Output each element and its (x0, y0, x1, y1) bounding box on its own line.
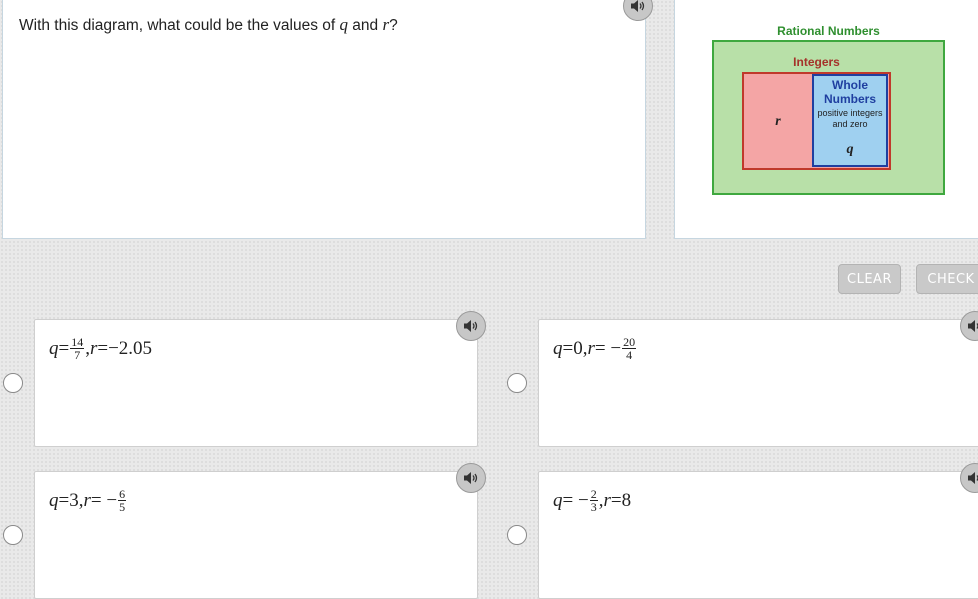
whole-sub-line1: positive integers (817, 108, 883, 118)
option-d-card[interactable]: q = −2 3, r = 8 (538, 471, 978, 599)
whole-label-line1: Whole (832, 78, 868, 92)
option-c-r: r (83, 489, 91, 511)
option-c-expression: q = 3, r = −6 5 (49, 488, 127, 513)
option-a-r-value: −2.05 (108, 337, 153, 359)
diagram-q-label: q (846, 142, 854, 157)
option-d-eq2: = (610, 489, 622, 511)
option-c-r-denominator: 5 (119, 500, 126, 514)
option-b-r: r (587, 337, 595, 359)
question-text: With this diagram, what could be the val… (19, 15, 398, 35)
option-b-q-value: 0 (573, 337, 583, 359)
question-suffix: ? (389, 17, 398, 34)
option-c-eq2: = − (90, 489, 118, 511)
integers-label: Integers (793, 55, 840, 69)
whole-numbers-description: positive integers and zero (812, 108, 888, 130)
option-c-q: q (49, 489, 59, 511)
option-c-q-value: 3 (69, 489, 79, 511)
option-b-expression: q = 0, r = −20 4 (553, 336, 637, 361)
rational-numbers-label: Rational Numbers (777, 24, 880, 38)
option-a-eq2: = (97, 337, 109, 359)
speaker-icon (464, 320, 478, 332)
whole-numbers-label: Whole Numbers (812, 78, 888, 106)
option-d-r-value: 8 (621, 489, 632, 511)
check-button[interactable]: CHECK (916, 264, 978, 294)
option-c-card[interactable]: q = 3, r = −6 5 (34, 471, 478, 599)
option-b-q: q (553, 337, 563, 359)
clear-button[interactable]: CLEAR (838, 264, 901, 294)
option-c-eq: = (58, 489, 70, 511)
option-b-eq2: = − (594, 337, 622, 359)
option-a-q: q (49, 337, 59, 359)
option-b-r-fraction: 20 4 (622, 336, 637, 362)
option-a-r: r (89, 337, 98, 359)
speaker-icon (464, 472, 478, 484)
option-a-q-denominator: 7 (74, 348, 81, 362)
option-d-r: r (603, 489, 611, 511)
speaker-icon (631, 0, 645, 12)
question-and: and (348, 17, 383, 34)
option-b-eq: = (562, 337, 574, 359)
question-prefix: With this diagram, what could be the val… (19, 17, 340, 34)
option-a-eq: = (58, 337, 70, 359)
option-d-q-denominator: 3 (590, 500, 597, 514)
speaker-icon (968, 472, 978, 484)
option-a-radio[interactable] (3, 373, 23, 393)
option-d-radio[interactable] (507, 525, 527, 545)
option-c-radio[interactable] (3, 525, 23, 545)
option-b-card[interactable]: q = 0, r = −20 4 (538, 319, 978, 447)
diagram-r-label: r (775, 114, 781, 129)
option-a-card[interactable]: q = 14 7, r = −2.05 (34, 319, 478, 447)
option-b-r-denominator: 4 (626, 348, 633, 362)
whole-sub-line2: and zero (832, 119, 868, 129)
option-a-expression: q = 14 7, r = −2.05 (49, 336, 152, 361)
speaker-icon (968, 320, 978, 332)
option-d-q-fraction: 23 (589, 488, 598, 514)
question-var-q: q (339, 15, 349, 34)
option-a-speaker-button[interactable] (456, 311, 486, 341)
option-d-eq: = − (562, 489, 589, 511)
option-c-r-fraction: 65 (118, 488, 127, 514)
option-c-speaker-button[interactable] (456, 463, 486, 493)
option-d-expression: q = −2 3, r = 8 (553, 488, 631, 513)
option-b-radio[interactable] (507, 373, 527, 393)
question-card: With this diagram, what could be the val… (2, 0, 646, 239)
option-a-q-fraction: 14 7 (70, 336, 85, 362)
whole-label-line2: Numbers (823, 92, 876, 106)
option-d-q: q (553, 489, 563, 511)
